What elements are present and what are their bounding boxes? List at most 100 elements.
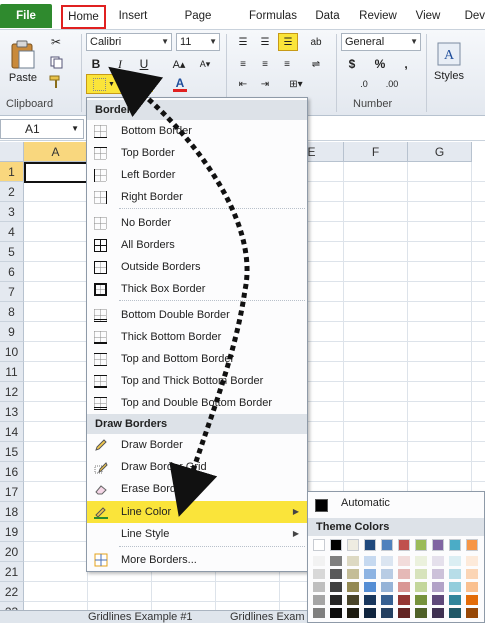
menu-item-more-borders[interactable]: More Borders... <box>87 549 307 571</box>
menu-item-line-style[interactable]: Line Style ▶ <box>87 523 307 545</box>
increase-indent-button[interactable]: ⇥ <box>256 76 274 92</box>
theme-color-shade-swatch[interactable] <box>449 608 461 618</box>
row-header-9[interactable]: 9 <box>0 322 24 342</box>
menu-item-erase-border[interactable]: Erase Border <box>87 478 307 500</box>
row-header-5[interactable]: 5 <box>0 242 24 262</box>
theme-color-shade-swatch[interactable] <box>398 595 410 605</box>
row-header-2[interactable]: 2 <box>0 182 24 202</box>
theme-color-shade-swatch[interactable] <box>330 595 342 605</box>
theme-color-shade-swatch[interactable] <box>415 582 427 592</box>
merge-cells-button[interactable]: ⊞▾ <box>284 76 308 92</box>
copy-button[interactable] <box>48 54 64 70</box>
row-header-1[interactable]: 1 <box>0 162 24 182</box>
row-header-12[interactable]: 12 <box>0 382 24 402</box>
theme-color-shade-swatch[interactable] <box>432 569 444 579</box>
comma-button[interactable]: , <box>398 55 414 73</box>
theme-color-shade-swatch[interactable] <box>381 595 393 605</box>
theme-color-shade-swatch[interactable] <box>466 595 478 605</box>
shrink-font-icon[interactable]: A▾ <box>196 55 214 73</box>
theme-color-shade-swatch[interactable] <box>381 582 393 592</box>
row-header-13[interactable]: 13 <box>0 402 24 422</box>
row-header-14[interactable]: 14 <box>0 422 24 442</box>
theme-color-shade-swatch[interactable] <box>381 569 393 579</box>
tab-formulas[interactable]: Formulas <box>248 5 298 29</box>
theme-color-shade-swatch[interactable] <box>330 582 342 592</box>
theme-color-shade-swatch[interactable] <box>330 569 342 579</box>
tab-review[interactable]: Review <box>358 5 398 29</box>
theme-color-shade-swatch[interactable] <box>364 608 376 618</box>
theme-color-shade-swatch[interactable] <box>364 569 376 579</box>
theme-color-shade-swatch[interactable] <box>415 556 427 566</box>
theme-color-swatch[interactable] <box>432 539 444 551</box>
theme-color-shade-swatch[interactable] <box>398 569 410 579</box>
theme-color-shade-swatch[interactable] <box>347 582 359 592</box>
theme-color-swatch[interactable] <box>466 539 478 551</box>
wrap-text-button[interactable]: ⇌ <box>306 56 326 72</box>
column-header-g[interactable]: G <box>408 142 472 162</box>
theme-color-shade-swatch[interactable] <box>364 582 376 592</box>
theme-color-shade-swatch[interactable] <box>415 569 427 579</box>
align-middle-button[interactable]: ☰ <box>256 34 274 50</box>
theme-color-swatch[interactable] <box>415 539 427 551</box>
theme-color-shade-swatch[interactable] <box>313 595 325 605</box>
active-cell-a1[interactable] <box>24 162 88 183</box>
grow-font-icon[interactable]: A▴ <box>170 55 188 73</box>
row-header-7[interactable]: 7 <box>0 282 24 302</box>
row-header-21[interactable]: 21 <box>0 562 24 582</box>
menu-item-top-and-bottom-border[interactable]: Top and Bottom Border <box>87 348 307 370</box>
theme-color-shade-swatch[interactable] <box>398 582 410 592</box>
italic-button[interactable]: I <box>112 55 128 73</box>
menu-item-thick-bottom-border[interactable]: Thick Bottom Border <box>87 326 307 348</box>
theme-color-shade-swatch[interactable] <box>330 556 342 566</box>
theme-color-shade-swatch[interactable] <box>381 608 393 618</box>
theme-color-shade-swatch[interactable] <box>466 569 478 579</box>
theme-color-shade-swatch[interactable] <box>466 608 478 618</box>
align-right-button[interactable]: ≡ <box>278 56 296 72</box>
tab-data[interactable]: Data <box>315 5 340 29</box>
underline-button[interactable]: U <box>136 55 152 73</box>
row-header-11[interactable]: 11 <box>0 362 24 382</box>
tab-insert[interactable]: Insert <box>116 5 150 29</box>
increase-decimal-button[interactable]: .0 <box>354 76 374 92</box>
orientation-button[interactable]: ab <box>306 34 326 50</box>
row-header-19[interactable]: 19 <box>0 522 24 542</box>
tab-home[interactable]: Home <box>61 5 106 29</box>
row-header-15[interactable]: 15 <box>0 442 24 462</box>
select-all-corner[interactable] <box>0 142 24 162</box>
theme-color-shade-swatch[interactable] <box>415 608 427 618</box>
row-header-10[interactable]: 10 <box>0 342 24 362</box>
align-center-button[interactable]: ≡ <box>256 56 274 72</box>
tab-file[interactable]: File <box>0 4 52 28</box>
theme-color-shade-swatch[interactable] <box>347 595 359 605</box>
theme-color-swatch[interactable] <box>347 539 359 551</box>
sheet-tab-2[interactable]: Gridlines Exam <box>230 611 305 623</box>
tab-view[interactable]: View <box>414 5 442 29</box>
sheet-tab-1[interactable]: Gridlines Example #1 <box>88 611 193 623</box>
theme-color-shade-swatch[interactable] <box>398 608 410 618</box>
font-size-combo[interactable]: 11 ▼ <box>176 33 220 51</box>
format-painter-button[interactable] <box>48 74 64 90</box>
theme-color-swatch[interactable] <box>330 539 342 551</box>
theme-color-shade-swatch[interactable] <box>449 595 461 605</box>
automatic-color-label[interactable]: Automatic <box>341 497 390 509</box>
menu-item-no-border[interactable]: No Border <box>87 212 307 234</box>
paste-button[interactable]: Paste <box>6 34 40 90</box>
percent-button[interactable]: % <box>372 55 388 73</box>
row-header-6[interactable]: 6 <box>0 262 24 282</box>
tab-page-layout[interactable]: Page Layout <box>166 5 230 44</box>
theme-color-shade-swatch[interactable] <box>313 582 325 592</box>
align-top-button[interactable]: ☰ <box>234 34 252 50</box>
theme-color-shade-swatch[interactable] <box>347 569 359 579</box>
name-box[interactable]: A1 ▼ <box>0 119 84 139</box>
styles-button[interactable]: A Styles <box>432 34 466 90</box>
fill-color-button[interactable] <box>136 75 156 93</box>
theme-color-swatch[interactable] <box>449 539 461 551</box>
tab-developer[interactable]: Deve <box>458 5 485 29</box>
menu-item-draw-border-grid[interactable]: Draw Border Grid <box>87 456 307 478</box>
theme-color-shade-swatch[interactable] <box>347 608 359 618</box>
borders-button[interactable]: ▼ <box>86 74 122 94</box>
row-header-23[interactable]: 23 <box>0 602 24 610</box>
decrease-decimal-button[interactable]: .00 <box>382 76 402 92</box>
row-header-17[interactable]: 17 <box>0 482 24 502</box>
theme-color-shade-swatch[interactable] <box>449 569 461 579</box>
